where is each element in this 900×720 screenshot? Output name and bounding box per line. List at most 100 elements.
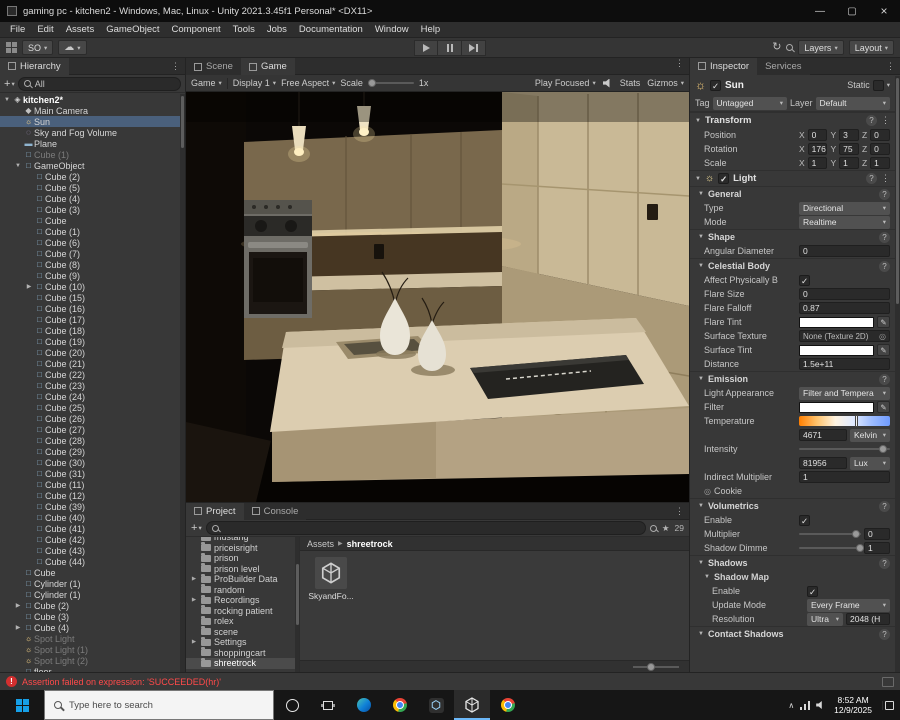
slider-handle[interactable] bbox=[879, 445, 888, 453]
hierarchy-item[interactable]: □ Cube (6) bbox=[0, 237, 185, 248]
transform-component-header[interactable]: ▼ Transform ? ⋮ bbox=[690, 112, 895, 128]
folder-arrow-icon[interactable]: ▶ bbox=[190, 597, 198, 603]
hierarchy-item[interactable]: □ Cube (17) bbox=[0, 314, 185, 325]
hidden-package-count[interactable]: 29 bbox=[675, 523, 684, 533]
start-button[interactable] bbox=[0, 690, 44, 720]
number-field[interactable]: 0 bbox=[799, 288, 890, 300]
section-header-celestial-body[interactable]: ▼ Celestial Body? bbox=[690, 258, 895, 273]
menu-item-edit[interactable]: Edit bbox=[31, 22, 59, 37]
axis-value-field[interactable]: 0 bbox=[870, 143, 890, 155]
object-name[interactable]: Sun bbox=[725, 80, 744, 91]
tab-services[interactable]: Services bbox=[757, 57, 810, 75]
slider-handle[interactable] bbox=[852, 530, 861, 538]
hierarchy-scrollbar[interactable] bbox=[180, 94, 185, 672]
help-icon[interactable]: ? bbox=[866, 115, 877, 126]
hierarchy-item[interactable]: □ Cube (25) bbox=[0, 402, 185, 413]
hierarchy-item[interactable]: □ Cube (28) bbox=[0, 435, 185, 446]
hierarchy-search-input[interactable]: All bbox=[17, 76, 181, 91]
panel-menu-icon[interactable]: ⋮ bbox=[670, 506, 689, 517]
display-target-dropdown[interactable]: Game ▾ bbox=[191, 78, 222, 88]
kebab-menu-icon[interactable]: ⋮ bbox=[881, 173, 890, 184]
help-icon[interactable]: ? bbox=[866, 173, 877, 184]
hierarchy-item[interactable]: □ Cube (31) bbox=[0, 468, 185, 479]
help-icon[interactable]: ? bbox=[879, 557, 890, 569]
tab-scene[interactable]: Scene bbox=[186, 58, 241, 75]
dropdown-field[interactable]: Filter and Tempera ▾ bbox=[799, 386, 890, 400]
cortana-button[interactable] bbox=[274, 690, 310, 720]
project-folder[interactable]: rolex bbox=[186, 615, 299, 627]
checkbox[interactable]: ✓ bbox=[807, 585, 818, 597]
hierarchy-item[interactable]: □ Cube (9) bbox=[0, 270, 185, 281]
tab-game[interactable]: Game bbox=[240, 58, 295, 75]
dropdown-field[interactable]: Directional ▾ bbox=[799, 201, 890, 215]
axis-value-field[interactable]: 3 bbox=[839, 129, 859, 141]
hierarchy-item[interactable]: □ Cube (44) bbox=[0, 556, 185, 567]
play-button[interactable] bbox=[414, 39, 438, 56]
active-checkbox[interactable]: ✓ bbox=[710, 79, 721, 91]
expand-arrow-icon[interactable]: ▼ bbox=[13, 163, 23, 169]
aspect-ratio-dropdown[interactable]: Free Aspect ▾ bbox=[281, 78, 335, 88]
game-viewport[interactable] bbox=[186, 92, 689, 502]
chrome-button[interactable] bbox=[382, 690, 418, 720]
breadcrumb-root[interactable]: Assets bbox=[307, 539, 334, 549]
hierarchy-item[interactable]: □ Cube (16) bbox=[0, 303, 185, 314]
folder-arrow-icon[interactable]: ▶ bbox=[190, 576, 198, 582]
hierarchy-item[interactable]: □ Cube (20) bbox=[0, 347, 185, 358]
menu-item-jobs[interactable]: Jobs bbox=[261, 22, 293, 37]
color-swatch[interactable] bbox=[799, 401, 874, 413]
hierarchy-item[interactable]: ▶ □ Cube (4) bbox=[0, 622, 185, 633]
display-dropdown[interactable]: Display 1 ▾ bbox=[233, 78, 276, 88]
number-field[interactable]: 1 bbox=[799, 471, 890, 483]
plugin-grid-icon[interactable] bbox=[6, 42, 17, 53]
section-header-contact-shadows[interactable]: ▼ Contact Shadows? bbox=[690, 626, 895, 641]
add-gameobject-button[interactable]: + ▾ bbox=[4, 78, 15, 90]
search-icon[interactable] bbox=[786, 44, 794, 51]
search-by-type-icon[interactable] bbox=[649, 524, 657, 532]
section-header-shape[interactable]: ▼ Shape? bbox=[690, 229, 895, 244]
hierarchy-item[interactable]: □ Cube (30) bbox=[0, 457, 185, 468]
slider-handle[interactable] bbox=[856, 544, 865, 552]
slider[interactable] bbox=[799, 542, 865, 554]
unity-editor-button[interactable] bbox=[454, 690, 490, 720]
scale-slider[interactable] bbox=[367, 79, 414, 87]
close-button[interactable]: × bbox=[868, 0, 900, 22]
temperature-gradient-slider[interactable] bbox=[799, 415, 890, 427]
project-folder[interactable]: ▶ Recordings bbox=[186, 594, 299, 606]
hierarchy-item[interactable]: □ Cube (18) bbox=[0, 325, 185, 336]
number-field[interactable]: 0.87 bbox=[799, 302, 890, 314]
unit-dropdown[interactable]: Kelvin ▾ bbox=[850, 428, 890, 442]
axis-value-field[interactable]: 0 bbox=[870, 129, 890, 141]
hierarchy-item[interactable]: □ Cube (19) bbox=[0, 336, 185, 347]
color-swatch[interactable] bbox=[799, 316, 874, 328]
thumbnail-zoom-slider[interactable] bbox=[633, 662, 679, 671]
hierarchy-item[interactable]: □ Cube (41) bbox=[0, 523, 185, 534]
tab-hierarchy[interactable]: Hierarchy bbox=[0, 57, 69, 75]
project-folder[interactable]: ▶ ProBuilder Data bbox=[186, 573, 299, 585]
hierarchy-item[interactable]: □ Cube (8) bbox=[0, 259, 185, 270]
kebab-menu-icon[interactable]: ⋮ bbox=[881, 115, 890, 126]
eyedropper-icon[interactable]: ✎ bbox=[877, 401, 890, 413]
hierarchy-item[interactable]: □ Cube (29) bbox=[0, 446, 185, 457]
axis-value-field[interactable]: 1 bbox=[839, 157, 859, 169]
layout-dropdown[interactable]: Layout ▾ bbox=[848, 40, 894, 55]
project-folder[interactable]: shreetrock bbox=[186, 657, 299, 669]
hierarchy-item[interactable]: □ Cube (1) bbox=[0, 149, 185, 160]
hierarchy-item[interactable]: □ Cylinder (1) bbox=[0, 578, 185, 589]
expand-arrow-icon[interactable]: ▶ bbox=[13, 602, 23, 609]
hierarchy-item[interactable]: ◆ Main Camera bbox=[0, 105, 185, 116]
help-icon[interactable]: ? bbox=[879, 373, 890, 385]
hierarchy-item[interactable]: □ Cube (42) bbox=[0, 534, 185, 545]
progress-status-icon[interactable] bbox=[882, 676, 894, 687]
tab-inspector[interactable]: Inspector bbox=[690, 57, 758, 75]
project-folder[interactable]: prison level bbox=[186, 563, 299, 575]
menu-item-tools[interactable]: Tools bbox=[227, 22, 261, 37]
expand-arrow-icon[interactable]: ▼ bbox=[2, 97, 12, 103]
hierarchy-item[interactable]: □ Cube (15) bbox=[0, 292, 185, 303]
menu-item-window[interactable]: Window bbox=[369, 22, 415, 37]
expand-arrow-icon[interactable]: ▶ bbox=[13, 624, 23, 631]
tag-dropdown[interactable]: Untagged ▾ bbox=[712, 96, 787, 110]
pause-button[interactable] bbox=[438, 39, 462, 56]
cloud-services-dropdown[interactable]: ☁ ▾ bbox=[58, 40, 87, 55]
hierarchy-item[interactable]: □ Cube (7) bbox=[0, 248, 185, 259]
hierarchy-item[interactable]: □ Cube (43) bbox=[0, 545, 185, 556]
